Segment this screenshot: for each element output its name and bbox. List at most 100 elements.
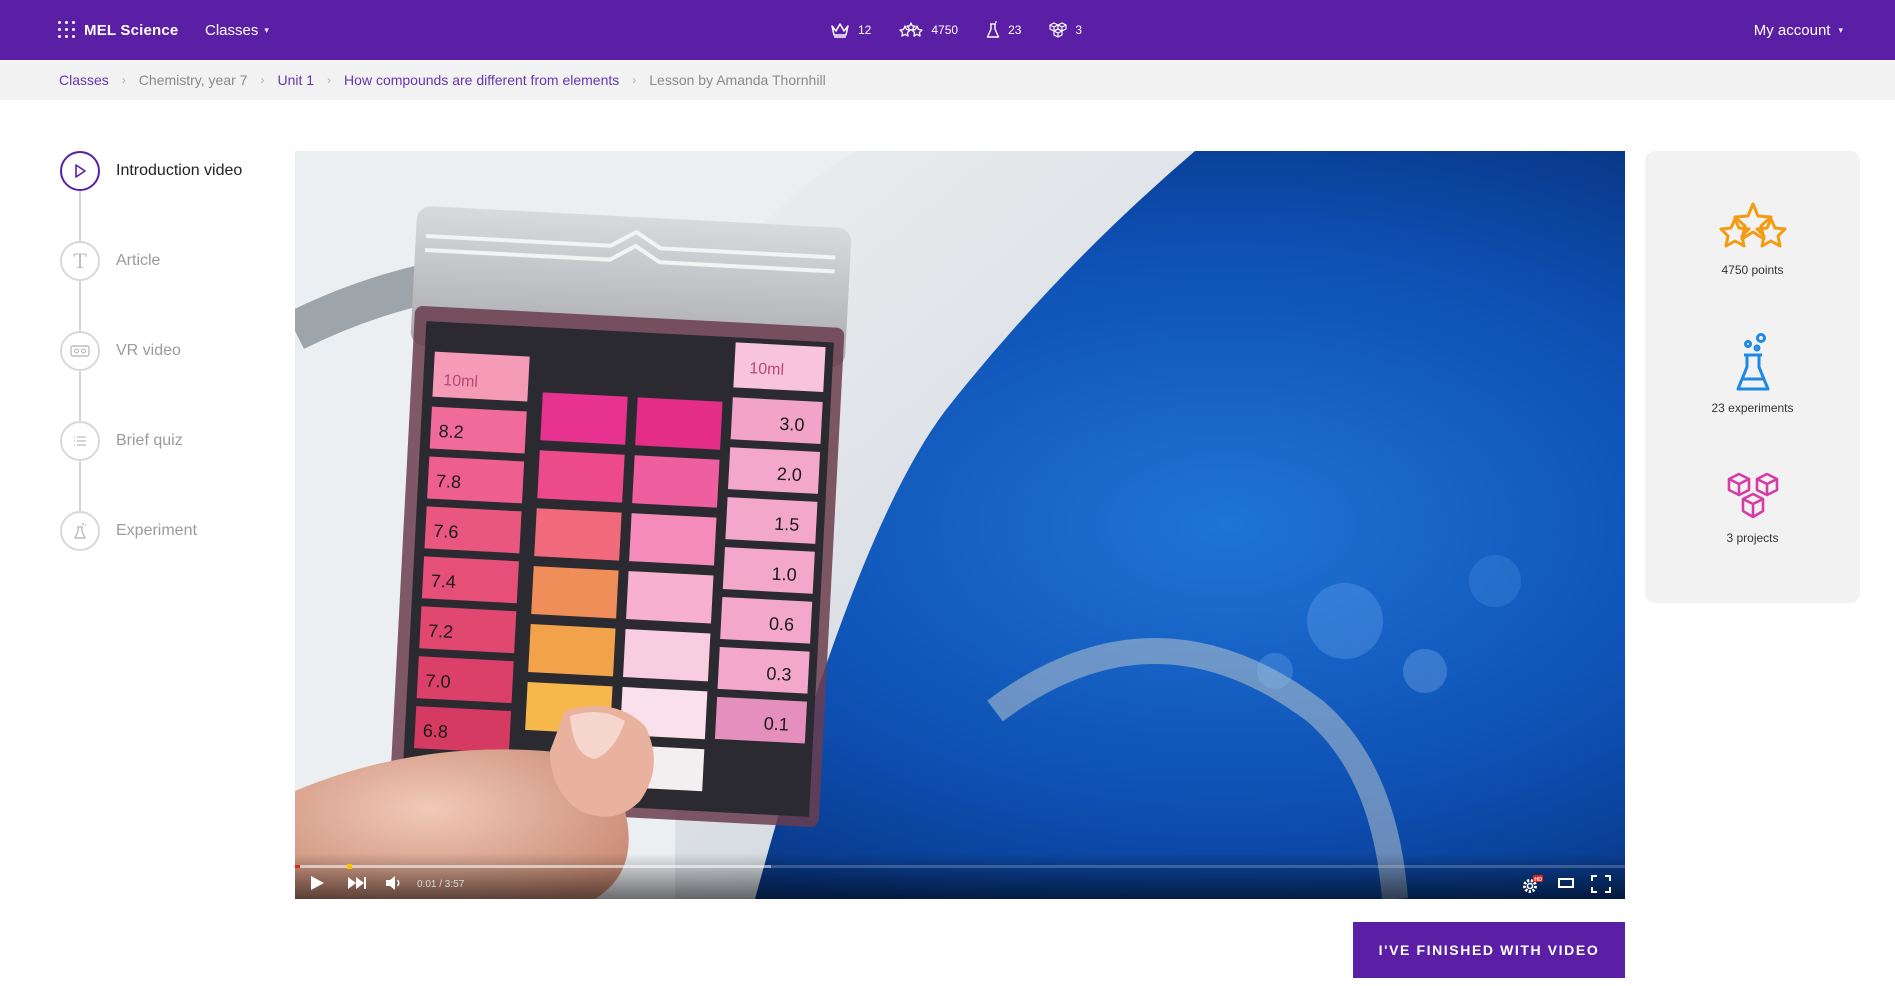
theater-mode-icon xyxy=(1558,878,1574,888)
cubes-icon xyxy=(1727,472,1778,519)
summary-experiments: 23 experiments xyxy=(1645,333,1860,415)
scale-right-label: 0.6 xyxy=(769,614,795,635)
stars-icon xyxy=(899,22,924,37)
next-button[interactable] xyxy=(347,875,367,896)
step-label: Article xyxy=(116,252,161,269)
video-player[interactable]: 10ml 8.2 7.8 7.6 7.4 7.2 7.0 6.8 10ml 3.… xyxy=(295,151,1625,899)
step-brief-quiz[interactable]: Brief quiz xyxy=(60,421,183,461)
volume-button[interactable] xyxy=(385,875,403,896)
chevron-right-icon: › xyxy=(327,73,332,87)
classes-menu[interactable]: Classes ▾ xyxy=(205,0,269,60)
video-progress-bar[interactable] xyxy=(295,864,1625,869)
scale-left-label: 7.6 xyxy=(433,521,459,542)
play-icon xyxy=(75,164,86,178)
breadcrumb-course: Chemistry, year 7 xyxy=(138,72,248,88)
breadcrumb-lesson: Lesson by Amanda Thornhill xyxy=(649,72,826,88)
step-introduction-video[interactable]: Introduction video xyxy=(60,151,242,191)
stat-experiments: 23 xyxy=(986,21,1021,39)
breadcrumb-classes[interactable]: Classes xyxy=(59,72,109,88)
fullscreen-button[interactable] xyxy=(1591,875,1611,898)
apps-grid-icon xyxy=(58,21,76,39)
step-article[interactable]: T Article xyxy=(60,241,160,281)
fullscreen-icon xyxy=(1591,875,1611,893)
step-label: Introduction video xyxy=(116,162,243,179)
stat-crowns-value: 12 xyxy=(858,23,872,37)
summary-projects: 3 projects xyxy=(1645,471,1860,545)
chevron-right-icon: › xyxy=(632,73,637,87)
video-time: 0:01 / 3:57 xyxy=(417,879,465,890)
user-stats: 12 4750 23 3 xyxy=(830,0,1082,60)
summary-points: 4750 points xyxy=(1645,201,1860,277)
stat-experiments-value: 23 xyxy=(1008,23,1022,37)
stat-points: 4750 xyxy=(899,22,958,38)
step-icon-circle xyxy=(60,421,100,461)
flask-icon xyxy=(1736,333,1769,391)
logo[interactable]: MEL Science xyxy=(58,0,178,60)
played-range xyxy=(295,865,301,868)
chevron-right-icon: › xyxy=(260,73,265,87)
scale-left-label: 7.8 xyxy=(436,471,462,492)
step-icon-circle: T xyxy=(60,241,100,281)
step-icon-circle xyxy=(60,511,100,551)
scale-left-label: 10ml xyxy=(443,372,479,391)
breadcrumb-bar: Classes › Chemistry, year 7 › Unit 1 › H… xyxy=(0,60,1895,100)
my-account-menu[interactable]: My account ▾ xyxy=(1754,0,1843,60)
crown-icon xyxy=(831,23,849,38)
logo-text: MEL Science xyxy=(84,21,179,39)
scale-right-label: 10ml xyxy=(749,360,785,379)
skip-next-icon xyxy=(348,877,366,889)
scale-left-label: 8.2 xyxy=(438,421,464,442)
progress-marker xyxy=(347,864,352,869)
step-label: Experiment xyxy=(116,522,197,539)
video-controls: 0:01 / 3:57 HD xyxy=(295,853,1625,899)
scale-right-label: 0.1 xyxy=(763,713,789,734)
stat-projects-value: 3 xyxy=(1075,23,1083,37)
scale-right-label: 2.0 xyxy=(776,464,802,485)
volume-icon xyxy=(386,876,400,890)
scale-right-label: 1.0 xyxy=(771,564,797,585)
breadcrumb-topic[interactable]: How compounds are different from element… xyxy=(344,72,619,88)
scale-left-label: 7.4 xyxy=(430,571,456,592)
chevron-down-icon: ▾ xyxy=(264,24,269,35)
gear-icon: HD xyxy=(1523,875,1543,893)
progress-summary-panel: 4750 points 23 experiments 3 projects xyxy=(1645,151,1860,603)
vr-headset-icon xyxy=(70,345,90,357)
step-label: VR video xyxy=(116,342,181,359)
step-label: Brief quiz xyxy=(116,432,183,449)
step-icon-circle xyxy=(60,331,100,371)
hd-badge: HD xyxy=(1534,877,1542,883)
top-navigation-bar: MEL Science Classes ▾ 12 4750 23 3 My ac… xyxy=(0,0,1895,60)
stat-points-value: 4750 xyxy=(931,23,959,37)
classes-menu-label: Classes xyxy=(205,21,259,39)
scale-right-label: 1.5 xyxy=(774,514,800,535)
scale-left-label: 6.8 xyxy=(422,721,448,742)
flask-icon xyxy=(74,523,87,539)
settings-button[interactable]: HD xyxy=(1521,875,1543,899)
chevron-right-icon: › xyxy=(121,73,126,87)
finished-with-video-button[interactable]: I'VE FINISHED WITH VIDEO xyxy=(1353,922,1625,978)
breadcrumb-unit[interactable]: Unit 1 xyxy=(277,72,314,88)
cubes-icon xyxy=(1049,22,1068,38)
step-experiment[interactable]: Experiment xyxy=(60,511,197,551)
summary-experiments-label: 23 experiments xyxy=(1711,401,1794,415)
chevron-down-icon: ▾ xyxy=(1838,24,1843,35)
stars-icon xyxy=(1719,202,1786,248)
video-frame: 10ml 8.2 7.8 7.6 7.4 7.2 7.0 6.8 10ml 3.… xyxy=(295,151,1625,899)
scale-left-label: 7.0 xyxy=(425,671,451,692)
text-icon: T xyxy=(73,249,87,273)
summary-projects-label: 3 projects xyxy=(1726,531,1779,545)
stat-crowns: 12 xyxy=(830,22,871,38)
stat-projects: 3 xyxy=(1049,21,1082,39)
my-account-label: My account xyxy=(1753,21,1831,39)
buffered-range xyxy=(295,865,772,868)
breadcrumb: Classes › Chemistry, year 7 › Unit 1 › H… xyxy=(59,60,826,100)
step-icon-circle xyxy=(60,151,100,191)
flask-icon xyxy=(986,21,1000,38)
list-icon xyxy=(74,436,86,446)
scale-right-label: 0.3 xyxy=(766,663,792,684)
play-button[interactable] xyxy=(309,875,325,896)
scale-right-label: 3.0 xyxy=(779,414,805,435)
theater-mode-button[interactable] xyxy=(1557,875,1575,896)
play-icon xyxy=(311,876,324,890)
step-vr-video[interactable]: VR video xyxy=(60,331,181,371)
